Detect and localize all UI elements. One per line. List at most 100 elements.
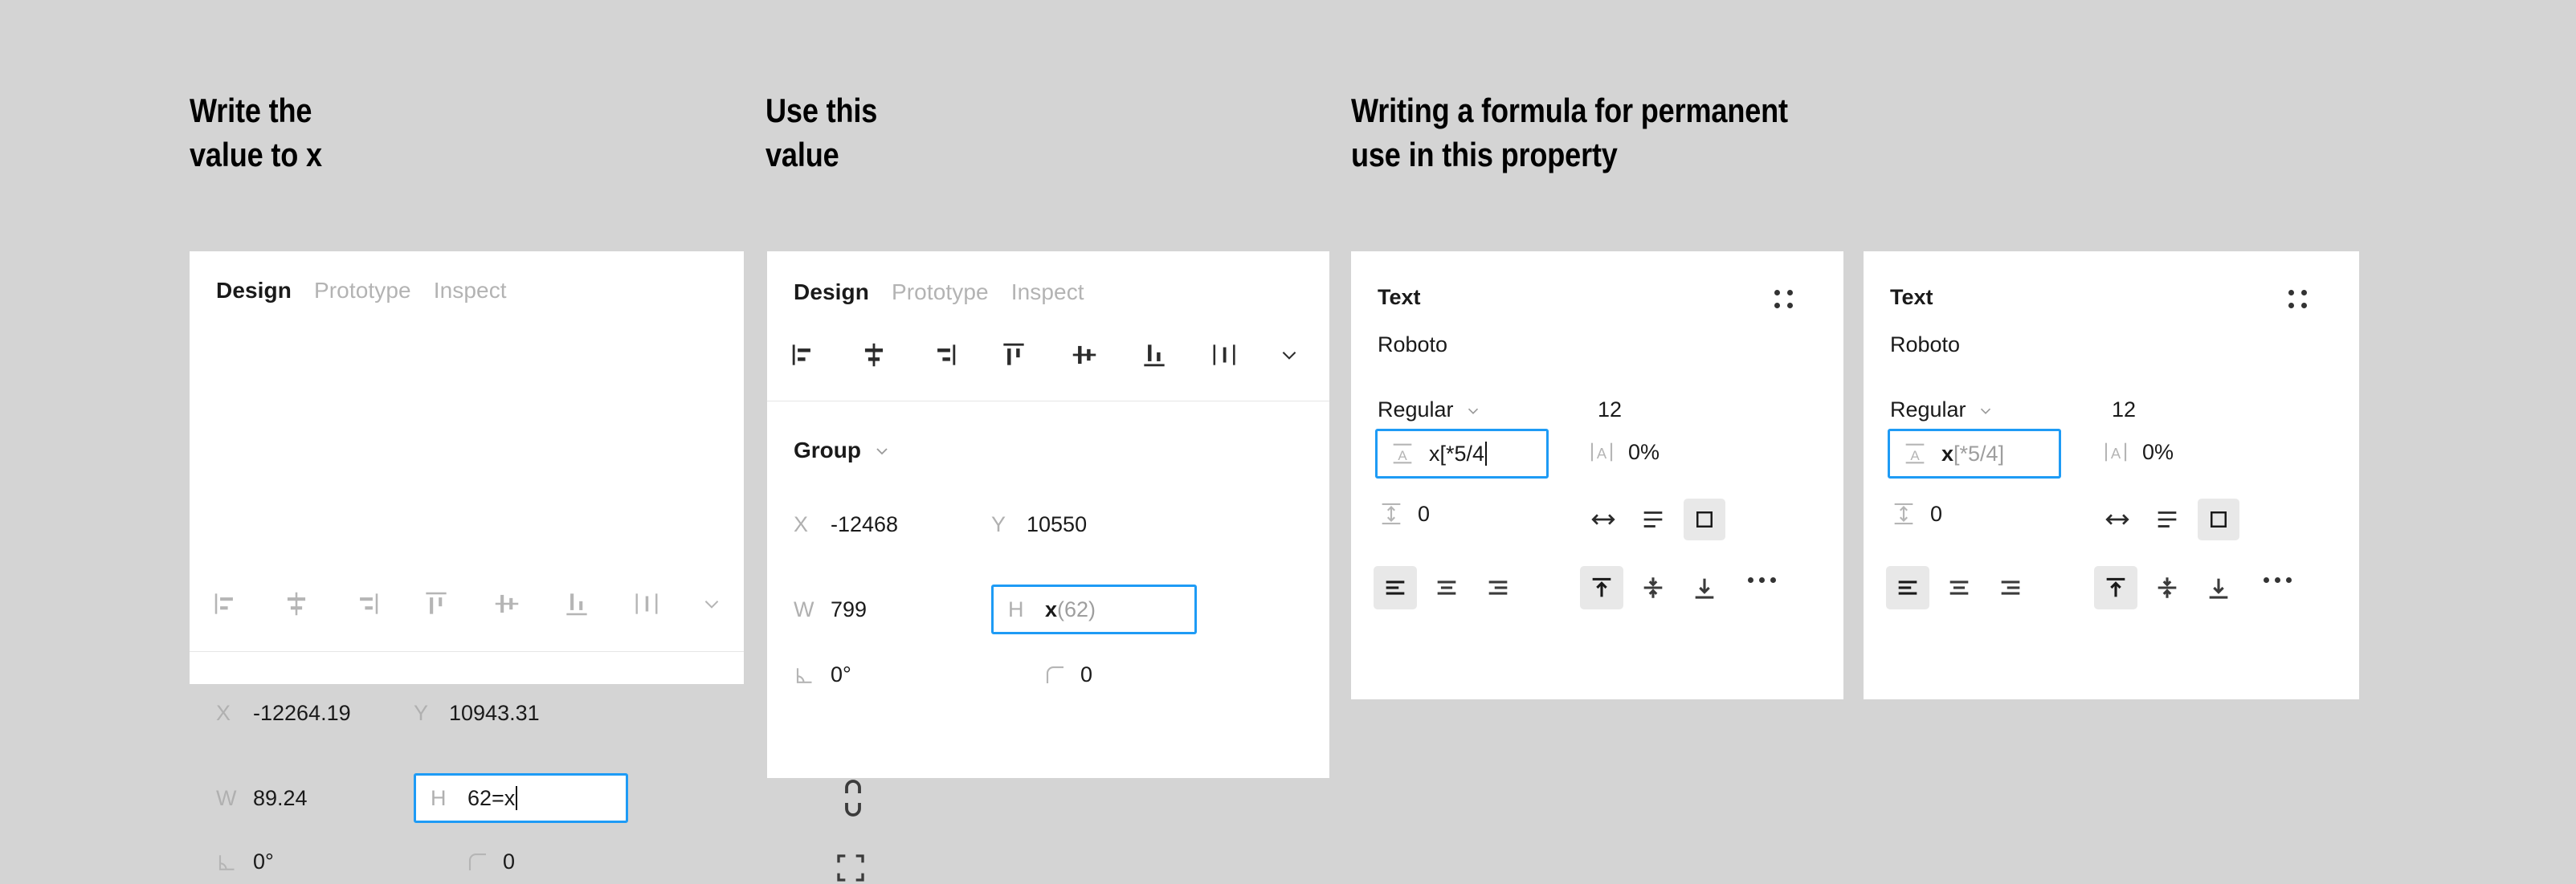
align-right-icon[interactable] (351, 589, 382, 619)
panel4-v-align-group (2094, 566, 2240, 609)
panel4-letter-spacing[interactable]: A 0% (2102, 438, 2174, 466)
panel3-font-size[interactable]: 12 (1598, 397, 1622, 422)
line-height-icon: A (1901, 440, 1941, 467)
line-height-value: x[*5/4 (1429, 441, 1485, 466)
x-value[interactable]: -12264.19 (253, 701, 414, 726)
auto-height-icon[interactable] (1634, 500, 1672, 539)
svg-text:A: A (1910, 448, 1920, 463)
more-options-icon[interactable] (2264, 577, 2292, 583)
tab-inspect[interactable]: Inspect (1011, 279, 1084, 305)
apply-styles-icon[interactable] (1774, 290, 1793, 308)
chevron-down-icon[interactable] (872, 441, 892, 460)
panel4-font-size[interactable]: 12 (2112, 397, 2136, 422)
align-left-icon[interactable] (789, 340, 819, 370)
align-text-right-icon[interactable] (1989, 566, 2032, 609)
svg-text:A: A (2111, 445, 2121, 462)
distribute-icon[interactable] (1209, 340, 1239, 370)
height-input-focused[interactable]: H x (62) (991, 585, 1197, 634)
apply-styles-icon[interactable] (2288, 290, 2307, 308)
fixed-size-icon[interactable] (1684, 499, 1725, 540)
panel2-section-header[interactable]: Group (794, 438, 892, 463)
auto-height-icon[interactable] (2148, 500, 2186, 539)
y-value[interactable]: 10943.31 (449, 701, 540, 726)
design-panel-1: Design Prototype Inspect X -12264.19 Y 1… (190, 251, 864, 882)
letter-spacing-value: 0% (1628, 439, 1660, 464)
align-vertical-center-icon[interactable] (492, 589, 522, 619)
align-text-right-icon[interactable] (1476, 566, 1520, 609)
align-top-icon[interactable] (421, 589, 451, 619)
h-value: 62=x (467, 785, 516, 810)
distribute-icon[interactable] (631, 589, 662, 619)
chevron-down-icon[interactable] (1279, 344, 1300, 365)
paragraph-spacing-icon (1378, 500, 1405, 528)
line-height-value-variable: x (1941, 441, 1954, 466)
align-text-middle-icon[interactable] (2145, 566, 2189, 609)
paragraph-spacing-value: 0 (1418, 501, 1431, 526)
align-text-center-icon[interactable] (1937, 566, 1981, 609)
panel3-h-align-group (1374, 566, 1520, 609)
panel4-font-family[interactable]: Roboto (1890, 332, 1960, 357)
panel2-row-wh: W 799 H x (62) (794, 585, 1197, 634)
line-height-input-focused[interactable]: A x[*5/4 (1375, 429, 1549, 479)
line-height-value-formula: [*5/4] (1953, 441, 2005, 466)
panel4-font-weight-dropdown[interactable]: Regular (1890, 397, 1994, 422)
align-right-icon[interactable] (929, 340, 959, 370)
height-input-focused[interactable]: H 62=x (414, 773, 628, 823)
align-text-left-icon[interactable] (1886, 566, 1929, 609)
align-horizontal-center-icon[interactable] (281, 589, 312, 619)
align-top-icon[interactable] (998, 340, 1029, 370)
tab-design[interactable]: Design (216, 278, 292, 303)
fixed-size-icon[interactable] (2198, 499, 2239, 540)
w-value[interactable]: 799 (831, 597, 991, 622)
panel3-letter-spacing[interactable]: A 0% (1588, 438, 1659, 466)
x-value[interactable]: -12468 (831, 512, 991, 537)
more-options-icon[interactable] (1748, 577, 1776, 583)
text-panel-3: Text Roboto Regular 12 A x[*5/4 A 0% 0 (1351, 251, 1843, 699)
align-text-top-icon[interactable] (2094, 566, 2137, 609)
paragraph-spacing-icon (1890, 500, 1917, 528)
corner-radius-icon (1043, 663, 1080, 687)
text-panel-4: Text Roboto Regular 12 A x [*5/4] A 0% 0 (1864, 251, 2359, 699)
panel4-paragraph-spacing[interactable]: 0 (1890, 500, 1942, 528)
panel3-resize-modes (1584, 499, 1725, 540)
y-value[interactable]: 10550 (1027, 512, 1087, 537)
panel1-tabs: Design Prototype Inspect (216, 278, 507, 303)
align-bottom-icon[interactable] (1139, 340, 1170, 370)
letter-spacing-value: 0% (2142, 439, 2174, 464)
align-vertical-center-icon[interactable] (1069, 340, 1100, 370)
line-height-input-focused[interactable]: A x [*5/4] (1888, 429, 2061, 479)
align-text-left-icon[interactable] (1374, 566, 1417, 609)
w-label: W (794, 597, 814, 621)
auto-width-icon[interactable] (1584, 500, 1623, 539)
align-text-bottom-icon[interactable] (2197, 566, 2240, 609)
resize-to-fit-icon[interactable] (835, 852, 867, 884)
text-caret (1485, 442, 1488, 466)
align-text-bottom-icon[interactable] (1683, 566, 1726, 609)
tab-design[interactable]: Design (794, 279, 869, 305)
align-text-center-icon[interactable] (1425, 566, 1468, 609)
tab-inspect[interactable]: Inspect (434, 278, 507, 303)
w-value[interactable]: 89.24 (253, 786, 414, 811)
corner-radius-value[interactable]: 0 (1080, 662, 1092, 687)
h-label: H (431, 785, 447, 810)
h-label: H (1008, 597, 1024, 621)
align-left-icon[interactable] (211, 589, 242, 619)
panel3-font-weight-dropdown[interactable]: Regular (1378, 397, 1482, 422)
panel3-paragraph-spacing[interactable]: 0 (1378, 500, 1430, 528)
align-text-top-icon[interactable] (1580, 566, 1623, 609)
tab-prototype[interactable]: Prototype (314, 278, 411, 303)
x-label: X (794, 512, 809, 536)
chevron-down-icon (1977, 401, 1994, 419)
align-bottom-icon[interactable] (561, 589, 592, 619)
rotation-value[interactable]: 0° (831, 662, 1043, 687)
constrain-proportions-broken-icon[interactable] (837, 777, 869, 819)
chevron-down-icon[interactable] (701, 593, 722, 614)
y-label: Y (991, 512, 1006, 536)
letter-spacing-icon: A (1588, 438, 1615, 466)
panel3-font-family[interactable]: Roboto (1378, 332, 1447, 357)
align-horizontal-center-icon[interactable] (859, 340, 889, 370)
tab-prototype[interactable]: Prototype (892, 279, 989, 305)
align-text-middle-icon[interactable] (1631, 566, 1675, 609)
auto-width-icon[interactable] (2098, 500, 2137, 539)
panel3-font-weight: Regular (1378, 397, 1454, 422)
